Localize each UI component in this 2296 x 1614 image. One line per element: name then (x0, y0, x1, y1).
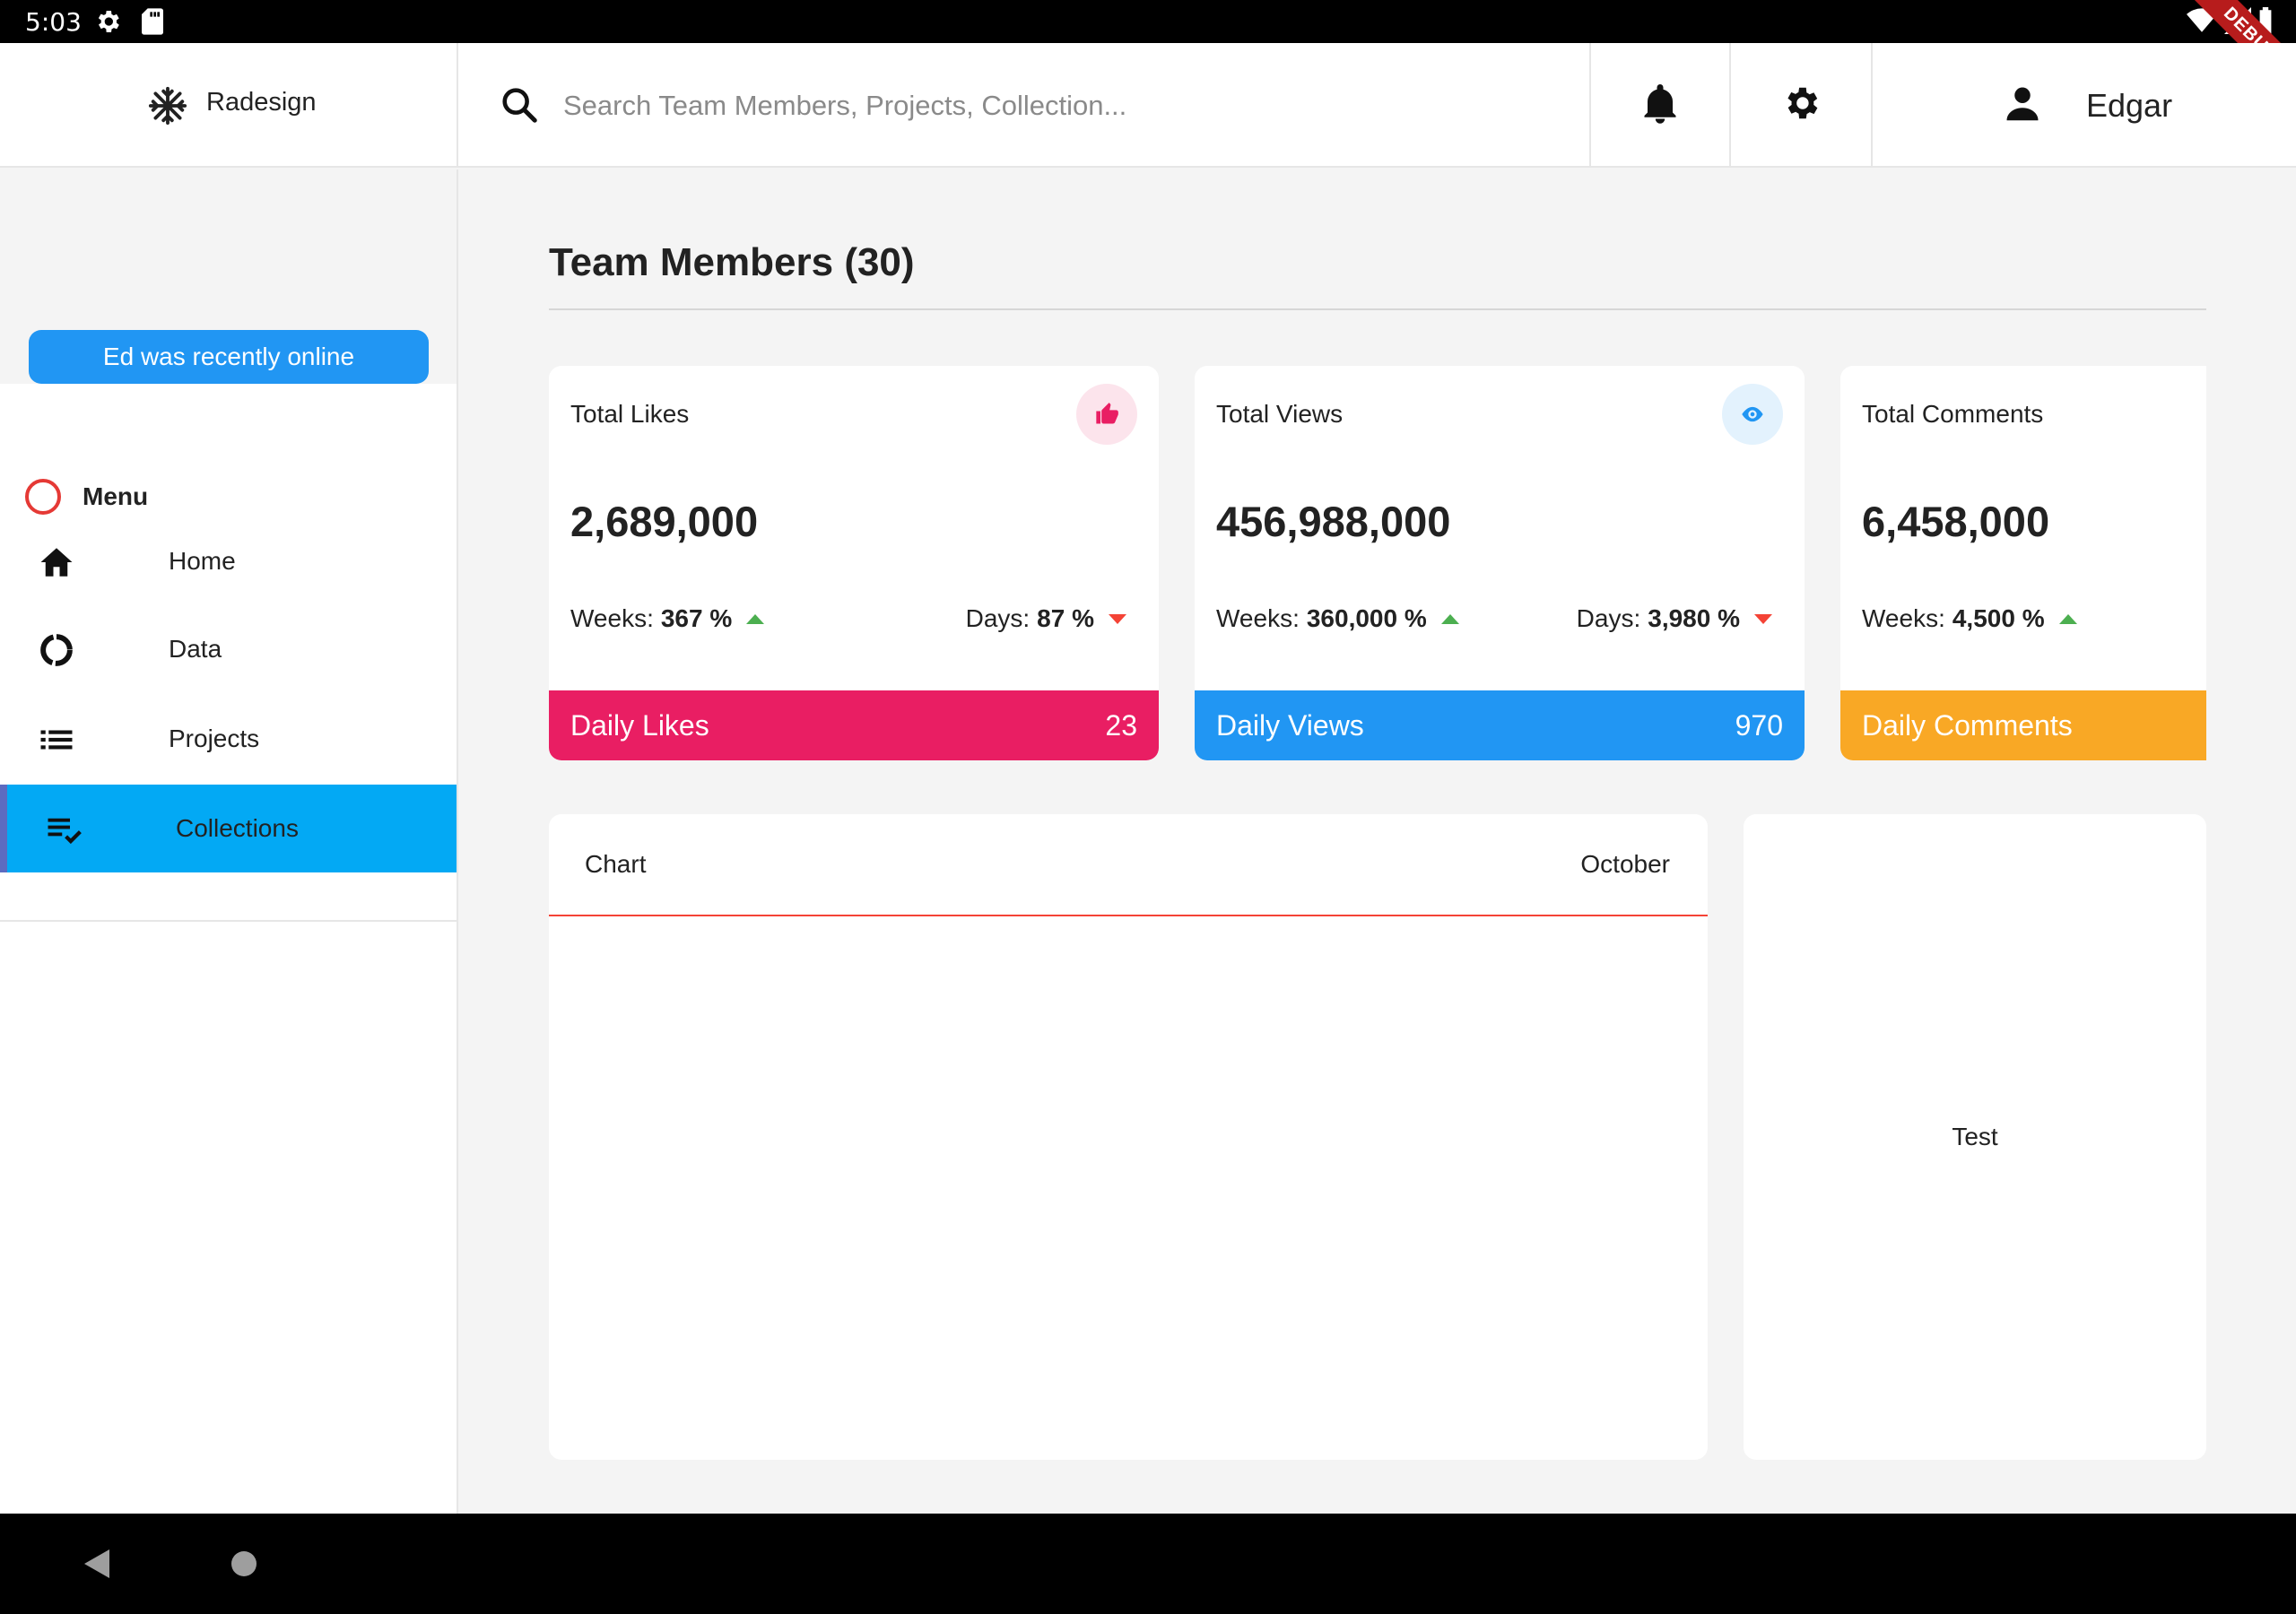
snowflake-icon (147, 85, 188, 126)
list-icon (38, 721, 75, 759)
sidebar-item-label: Projects (169, 725, 260, 752)
trend-up-icon (746, 613, 765, 624)
user-name: Edgar (2086, 86, 2173, 124)
total-likes-card[interactable]: Total Likes 2,689,000 Weeks: 367 % Days: 8… (549, 366, 1159, 760)
sd-card-icon (140, 7, 165, 40)
trend-down-icon (1109, 613, 1126, 624)
sidebar-item-data[interactable]: Data (0, 605, 457, 693)
sidebar-item-label: Collections (176, 814, 299, 842)
weeks-stat: Weeks: 360,000 % (1216, 604, 1459, 633)
month-selector[interactable]: October (1580, 850, 1670, 879)
card-value: 2,689,000 (570, 498, 759, 545)
online-status-badge: Ed was recently online (29, 330, 429, 384)
menu-header: Menu (25, 478, 148, 516)
card-title: Total Views (1216, 400, 1344, 428)
search-input[interactable] (563, 79, 1550, 133)
back-icon[interactable] (84, 1549, 109, 1578)
system-navigation-bar (0, 1514, 2296, 1614)
donut-chart-icon (38, 631, 75, 669)
test-label: Test (1952, 1123, 1998, 1150)
sidebar-item-home[interactable]: Home (0, 517, 457, 605)
home-button-icon[interactable] (231, 1551, 257, 1576)
gear-icon (93, 7, 122, 40)
playlist-check-icon (45, 811, 83, 848)
brand-name: Radesign (206, 88, 317, 117)
status-bar: 5:03 DEBUG (0, 0, 2296, 116)
home-icon (38, 543, 75, 581)
brand[interactable]: Radesign (0, 43, 458, 168)
trend-down-icon (1754, 613, 1772, 624)
test-card: Test (1744, 814, 2206, 1460)
thumb-up-icon (1076, 384, 1137, 445)
search-icon[interactable] (499, 84, 540, 126)
sidebar-item-projects[interactable]: Projects (0, 695, 457, 783)
card-value: 6,458,000 (1862, 498, 2050, 545)
menu-label: Menu (83, 482, 149, 510)
top-app-bar: Radesign Edgar (0, 43, 2296, 168)
days-stat: Days: 3,980 % (1577, 604, 1772, 633)
total-views-card[interactable]: Total Views 456,988,000 Weeks: 360,000 % … (1195, 366, 1805, 760)
user-profile-button[interactable]: Edgar (1871, 43, 2296, 168)
daily-views-footer: Daily Views 970 (1195, 690, 1805, 760)
page-title: Team Members (30) (549, 240, 915, 284)
trend-up-icon (2058, 613, 2077, 624)
chart-title: Chart (585, 850, 647, 878)
settings-button[interactable] (1729, 43, 1871, 168)
sidebar-item-label: Data (169, 635, 222, 663)
card-value: 456,988,000 (1216, 498, 1451, 545)
trend-up-icon (1440, 613, 1459, 624)
days-stat: Days: 87 % (966, 604, 1126, 633)
daily-likes-footer: Daily Likes 23 (549, 690, 1159, 760)
card-title: Total Comments (1862, 400, 2044, 428)
ring-icon (25, 479, 61, 515)
weeks-stat: Weeks: 4,500 % (1862, 604, 2077, 633)
card-title: Total Likes (570, 400, 690, 428)
sidebar: Ed was recently online Menu Home Data Pr… (0, 169, 458, 1514)
gear-icon (1780, 82, 1822, 128)
weeks-stat: Weeks: 367 % (570, 604, 765, 633)
sidebar-item-collections[interactable]: Collections (0, 785, 457, 872)
sidebar-item-label: Home (169, 547, 236, 575)
total-comments-card[interactable]: Total Comments 6,458,000 Weeks: 4,500 % D… (1840, 366, 2206, 760)
chart-card: Chart October (549, 814, 1708, 1460)
notifications-button[interactable] (1589, 43, 1729, 168)
eye-icon (1722, 384, 1783, 445)
status-time: 5:03 (25, 7, 82, 37)
bell-icon (1641, 82, 1679, 128)
person-icon (1873, 84, 2041, 126)
daily-comments-footer: Daily Comments (1840, 690, 2206, 760)
chart-area (549, 916, 1708, 1460)
